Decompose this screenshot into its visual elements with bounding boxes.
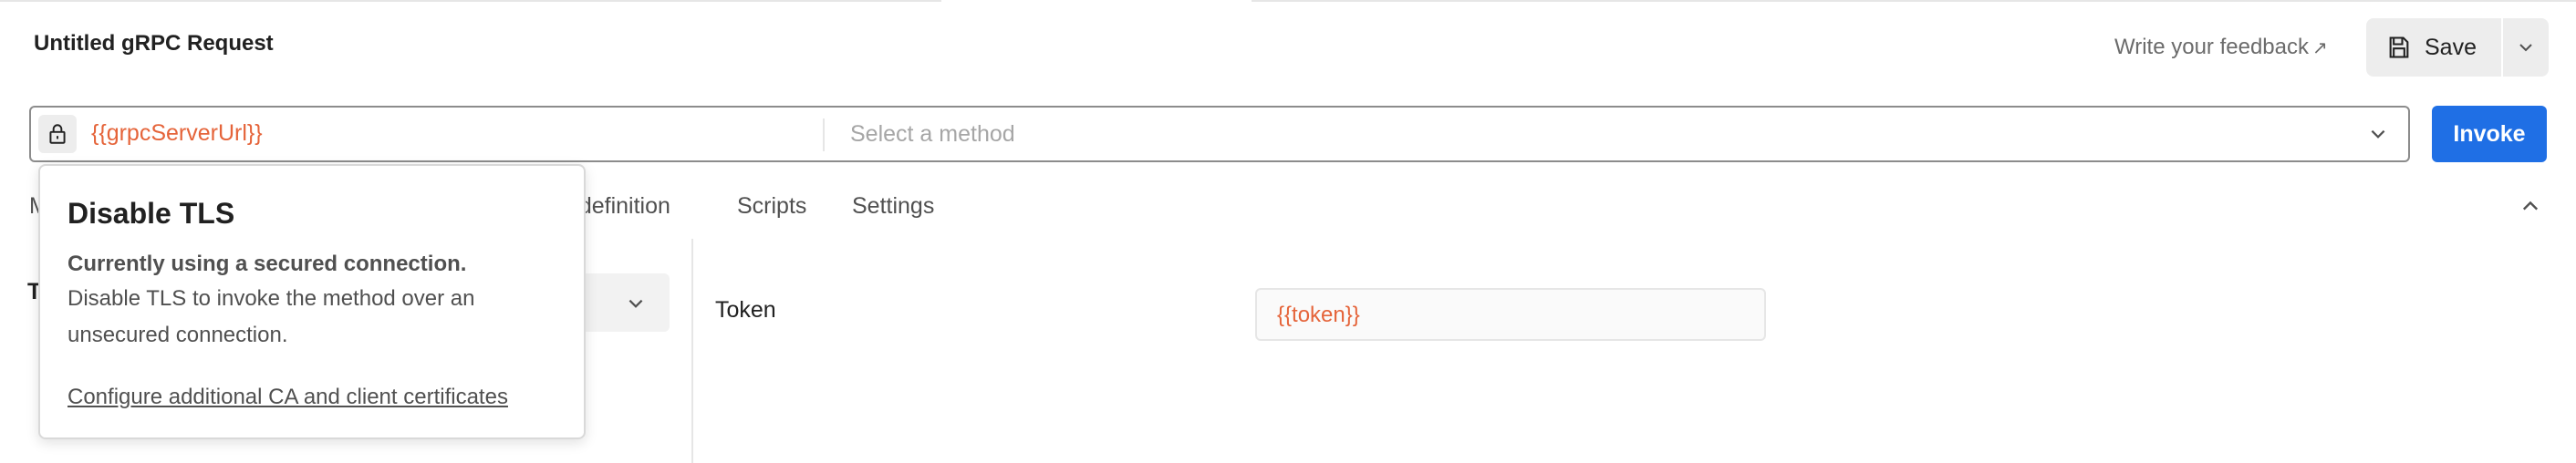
method-select[interactable]: Select a method (850, 121, 1015, 148)
tls-toggle-button[interactable] (38, 115, 77, 153)
url-bar: {{grpcServerUrl}} Select a method (29, 106, 2410, 162)
external-link-icon: ↗ (2312, 38, 2328, 58)
tab-strip-border-right (1252, 0, 2576, 2)
configure-certificates-link[interactable]: Configure additional CA and client certi… (68, 385, 508, 410)
popover-status: Currently using a secured connection. (68, 252, 467, 276)
chevron-down-icon[interactable] (2368, 124, 2388, 144)
top-tab-strip (0, 0, 2576, 3)
token-value: {{token}} (1277, 303, 1360, 327)
tab-scripts[interactable]: Scripts (737, 193, 806, 220)
popover-description-line2: unsecured connection. (68, 323, 288, 347)
lock-icon (49, 124, 66, 144)
feedback-label: Write your feedback (2114, 35, 2309, 59)
url-divider (823, 118, 825, 151)
save-label: Save (2425, 34, 2477, 60)
tab-strip-border-left (0, 0, 941, 2)
panel-divider[interactable] (691, 239, 693, 463)
save-icon (2389, 36, 2409, 58)
invoke-button[interactable]: Invoke (2432, 106, 2547, 162)
token-label: Token (715, 297, 776, 323)
save-button[interactable]: Save (2366, 18, 2501, 77)
save-options-button[interactable] (2503, 18, 2549, 77)
feedback-link[interactable]: Write your feedback ↗ (2114, 35, 2328, 60)
tab-settings[interactable]: Settings (852, 193, 934, 220)
chevron-up-icon[interactable] (2519, 195, 2541, 217)
tls-popover: Disable TLS Currently using a secured co… (38, 164, 586, 439)
save-button-group: Save (2366, 18, 2549, 77)
chevron-down-icon (628, 299, 643, 308)
chevron-down-icon (2519, 44, 2532, 52)
request-title[interactable]: Untitled gRPC Request (34, 31, 274, 57)
popover-description-line1: Disable TLS to invoke the method over an (68, 286, 475, 311)
popover-title: Disable TLS (68, 197, 235, 230)
server-url-input[interactable]: {{grpcServerUrl}} (91, 120, 263, 147)
token-input[interactable]: {{token}} (1255, 288, 1766, 341)
